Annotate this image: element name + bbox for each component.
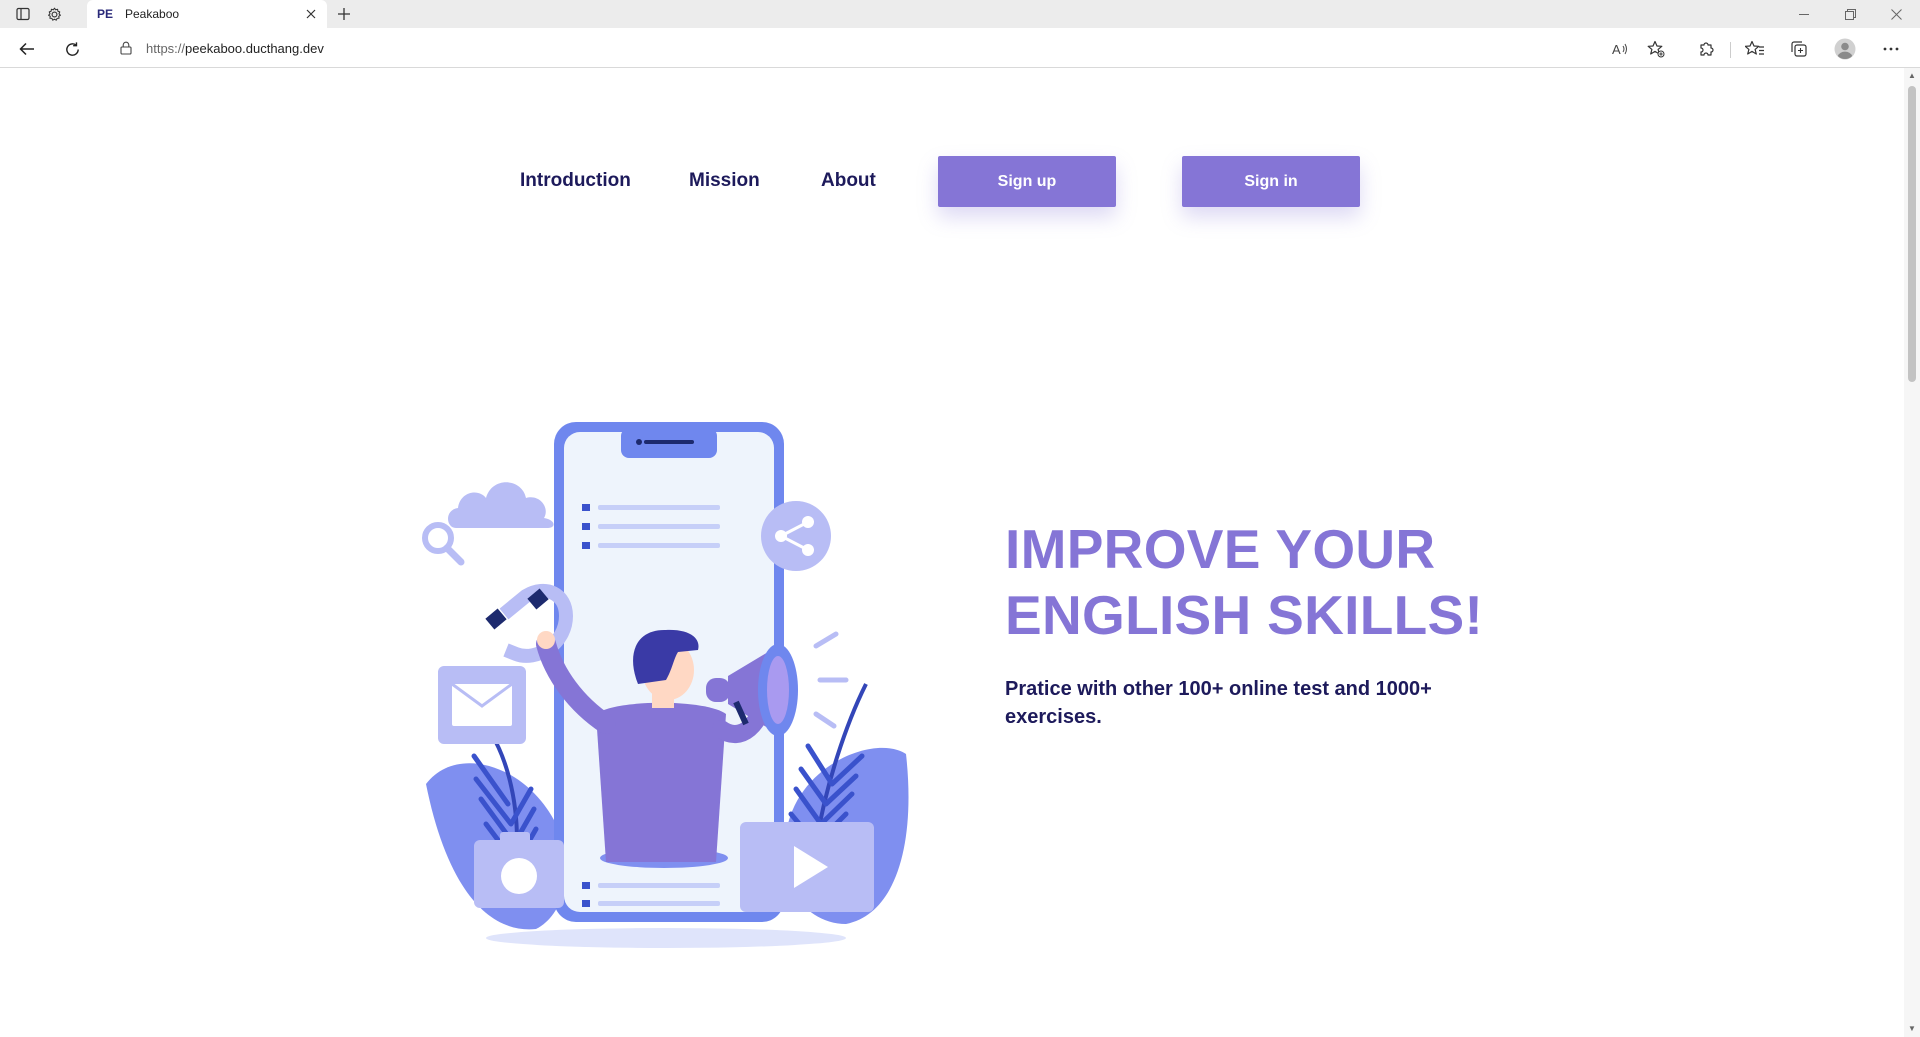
more-options-icon[interactable]	[1878, 36, 1904, 62]
signin-button[interactable]: Sign in	[1182, 156, 1360, 207]
restore-icon[interactable]	[1827, 0, 1873, 28]
page-scrollbar[interactable]: ▲ ▼	[1904, 68, 1920, 1037]
hero-subtitle: Pratice with other 100+ online test and …	[1005, 678, 1432, 728]
toolbar-separator	[1730, 42, 1731, 58]
svg-text:A: A	[1612, 42, 1621, 57]
browser-tab-bar: PE Peakaboo	[0, 0, 1920, 28]
tab-actions-icon[interactable]	[11, 2, 35, 26]
collections-icon[interactable]	[1786, 36, 1812, 62]
add-favorite-icon[interactable]	[1643, 36, 1669, 62]
scroll-down-arrow-icon[interactable]: ▼	[1908, 1025, 1916, 1033]
address-bar[interactable]: https://peekaboo.ducthang.dev	[104, 33, 1684, 63]
nav-link-introduction[interactable]: Introduction	[520, 170, 631, 192]
new-tab-icon[interactable]	[332, 2, 356, 26]
browser-toolbar: https://peekaboo.ducthang.dev A	[0, 28, 1920, 68]
minimize-icon[interactable]	[1781, 0, 1827, 28]
profile-avatar-icon[interactable]	[1832, 36, 1858, 62]
close-window-icon[interactable]	[1873, 0, 1919, 28]
page-viewport: Introduction Mission About Sign up Sign …	[0, 68, 1904, 1037]
tab-title: Peakaboo	[125, 7, 180, 21]
hero-illustration	[416, 384, 916, 956]
refresh-icon[interactable]	[59, 36, 85, 62]
browser-tab[interactable]: PE Peakaboo	[87, 0, 327, 28]
hero-title-line-1: IMPROVE YOUR	[1005, 518, 1436, 580]
read-aloud-icon[interactable]: A	[1607, 36, 1633, 62]
hero-title-line-2: ENGLISH SKILLS!	[1005, 584, 1484, 646]
extensions-icon[interactable]	[1693, 36, 1719, 62]
url-host: peekaboo.ducthang.dev	[185, 40, 324, 56]
signup-button[interactable]: Sign up	[938, 156, 1116, 207]
nav-link-about[interactable]: About	[821, 170, 876, 192]
lock-icon[interactable]	[118, 40, 134, 56]
scrollbar-thumb[interactable]	[1908, 86, 1916, 382]
url-text: https://peekaboo.ducthang.dev	[146, 41, 324, 56]
hero-title: IMPROVE YOUR ENGLISH SKILLS!	[1005, 516, 1605, 648]
nav-link-mission[interactable]: Mission	[689, 170, 760, 192]
favicon: PE	[97, 7, 114, 21]
site-navigation: Introduction Mission About Sign up Sign …	[0, 156, 1904, 208]
scroll-up-arrow-icon[interactable]: ▲	[1908, 72, 1916, 80]
url-scheme: https://	[146, 40, 186, 56]
settings-gear-icon[interactable]	[42, 2, 66, 26]
back-arrow-icon[interactable]	[14, 36, 40, 62]
favorites-icon[interactable]	[1742, 36, 1768, 62]
tab-close-icon[interactable]	[299, 2, 323, 26]
